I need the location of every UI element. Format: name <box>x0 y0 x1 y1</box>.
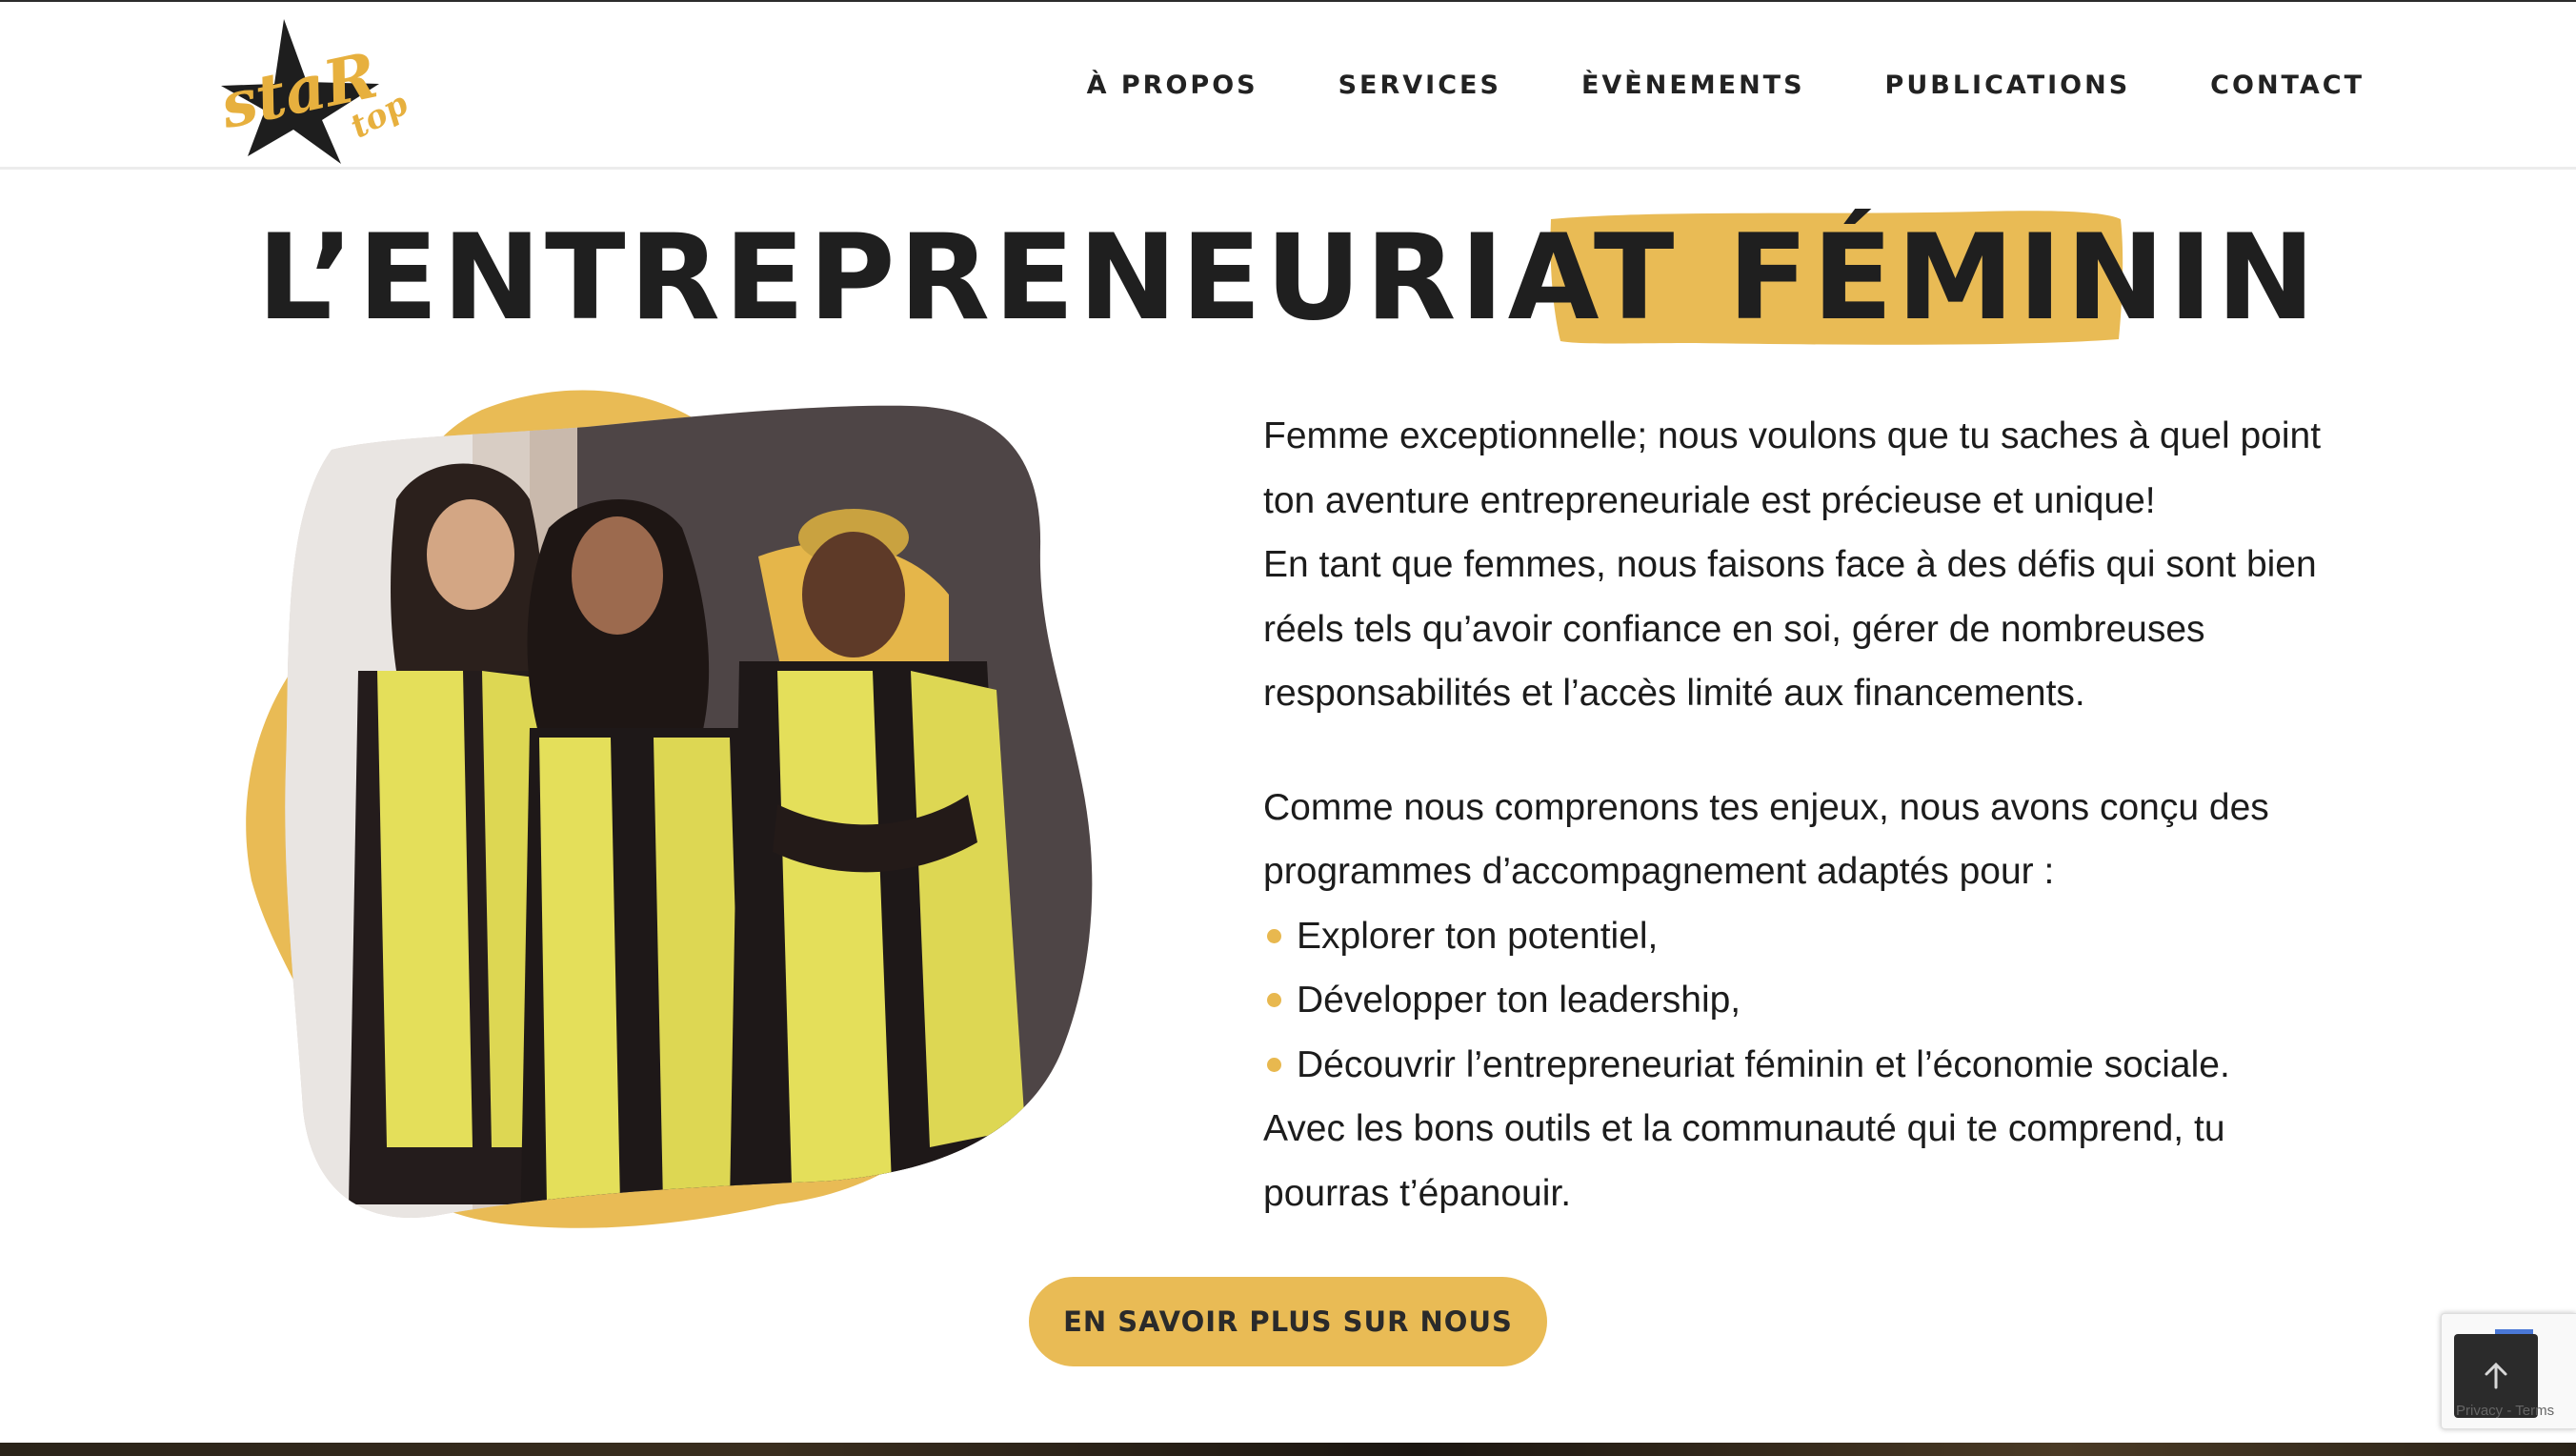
dot-icon <box>1267 928 1281 943</box>
nav-services[interactable]: SERVICES <box>1338 71 1501 100</box>
paragraph-line: pourras t’épanouir. <box>1263 1172 1572 1214</box>
list-item: Explorer ton potentiel, <box>1263 904 2340 969</box>
paragraph-line: responsabilités et l’accès limité aux fi… <box>1263 673 2085 714</box>
nav-publications[interactable]: PUBLICATIONS <box>1885 71 2131 100</box>
dot-icon <box>1267 993 1281 1008</box>
list-item-text: Explorer ton potentiel, <box>1297 915 1659 957</box>
next-section-edge <box>0 1443 2576 1456</box>
hero-headline-section: L’ENTREPRENEURIAT FÉMININ <box>0 200 2576 353</box>
paragraph-line: réels tels qu’avoir confiance en soi, gé… <box>1263 608 2205 650</box>
team-photo-blob <box>244 385 1115 1243</box>
headline-part-1: L’ENTREPRENEURIAT <box>256 210 1679 347</box>
learn-more-button[interactable]: EN SAVOIR PLUS SUR NOUS <box>1029 1277 1547 1366</box>
nav-a-propos[interactable]: À PROPOS <box>1087 71 1258 100</box>
arrow-up-icon <box>2485 1362 2507 1389</box>
paragraph-line: Femme exceptionnelle; nous voulons que t… <box>1263 415 2322 456</box>
paragraph-line: programmes d’accompagnement adaptés pour… <box>1263 851 2055 892</box>
paragraph-line: ton aventure entrepreneuriale est précie… <box>1263 479 2156 521</box>
list-item: Découvrir l’entrepreneuriat féminin et l… <box>1263 1033 2340 1098</box>
dot-icon <box>1267 1057 1281 1072</box>
nav-contact[interactable]: CONTACT <box>2210 71 2365 100</box>
site-logo[interactable]: staR top <box>213 11 415 164</box>
recaptcha-terms[interactable]: Privacy - Terms <box>2456 1403 2554 1419</box>
list-item-text: Découvrir l’entrepreneuriat féminin et l… <box>1297 1043 2230 1085</box>
page-title: L’ENTREPRENEURIAT FÉMININ <box>0 212 2576 345</box>
list-item-text: Développer ton leadership, <box>1297 980 1741 1021</box>
intro-text: Femme exceptionnelle; nous voulons que t… <box>1263 404 2340 1225</box>
site-header: staR top À PROPOS SERVICES ÈVÈNEMENTS PU… <box>0 2 2576 170</box>
paragraph-line: Comme nous comprenons tes enjeux, nous a… <box>1263 786 2269 828</box>
paragraph-line: En tant que femmes, nous faisons face à … <box>1263 544 2317 585</box>
paragraph-line: Avec les bons outils et la communauté qu… <box>1263 1108 2225 1149</box>
team-photo <box>246 390 1093 1228</box>
headline-part-2: FÉMININ <box>1727 210 2320 347</box>
nav-evenements[interactable]: ÈVÈNEMENTS <box>1581 71 1805 100</box>
page: staR top À PROPOS SERVICES ÈVÈNEMENTS PU… <box>0 0 2576 1456</box>
star-logo-icon: staR top <box>213 19 414 164</box>
main-nav: À PROPOS SERVICES ÈVÈNEMENTS PUBLICATION… <box>1087 71 2365 100</box>
list-item: Développer ton leadership, <box>1263 968 2340 1033</box>
